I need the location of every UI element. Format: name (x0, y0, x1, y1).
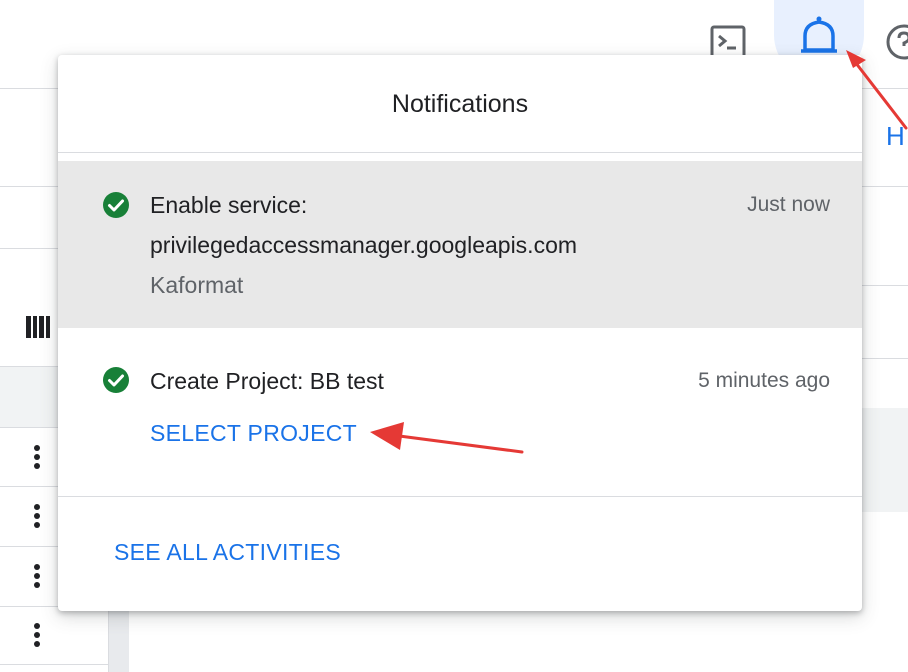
row-more-actions-icon[interactable] (30, 618, 44, 652)
bg-divider (860, 285, 908, 286)
bg-divider (0, 664, 108, 665)
notification-item[interactable]: Enable service: privilegedaccessmanager.… (58, 161, 862, 328)
popover-divider (58, 496, 862, 497)
notification-time: Just now (747, 193, 830, 216)
popover-divider (58, 152, 862, 153)
row-more-actions-icon[interactable] (30, 440, 44, 474)
bg-divider (860, 358, 908, 359)
bg-divider (860, 186, 908, 187)
notification-time: 5 minutes ago (698, 369, 830, 392)
notification-item[interactable]: Create Project: BB test 5 minutes ago SE… (58, 328, 862, 496)
see-all-activities-button[interactable]: SEE ALL ACTIVITIES (114, 539, 341, 566)
partial-link[interactable]: H (886, 123, 905, 149)
check-circle-icon (103, 192, 129, 218)
notification-title: Enable service: privilegedaccessmanager.… (150, 192, 578, 258)
popover-title: Notifications (391, 89, 529, 118)
notifications-popover: Notifications Enable service: privileged… (58, 55, 862, 611)
row-more-actions-icon[interactable] (30, 559, 44, 593)
row-more-actions-icon[interactable] (30, 499, 44, 533)
console-page: H Notifications Enable service: privileg… (0, 0, 908, 672)
bg-divider (860, 88, 908, 89)
bg-selected-row (860, 408, 908, 512)
column-display-icon[interactable] (26, 316, 50, 338)
select-project-button[interactable]: SELECT PROJECT (150, 420, 357, 447)
notification-project: Kaformat (150, 272, 244, 298)
check-circle-icon (103, 367, 129, 393)
notification-title: Create Project: BB test (150, 368, 384, 394)
help-icon[interactable] (884, 22, 908, 62)
